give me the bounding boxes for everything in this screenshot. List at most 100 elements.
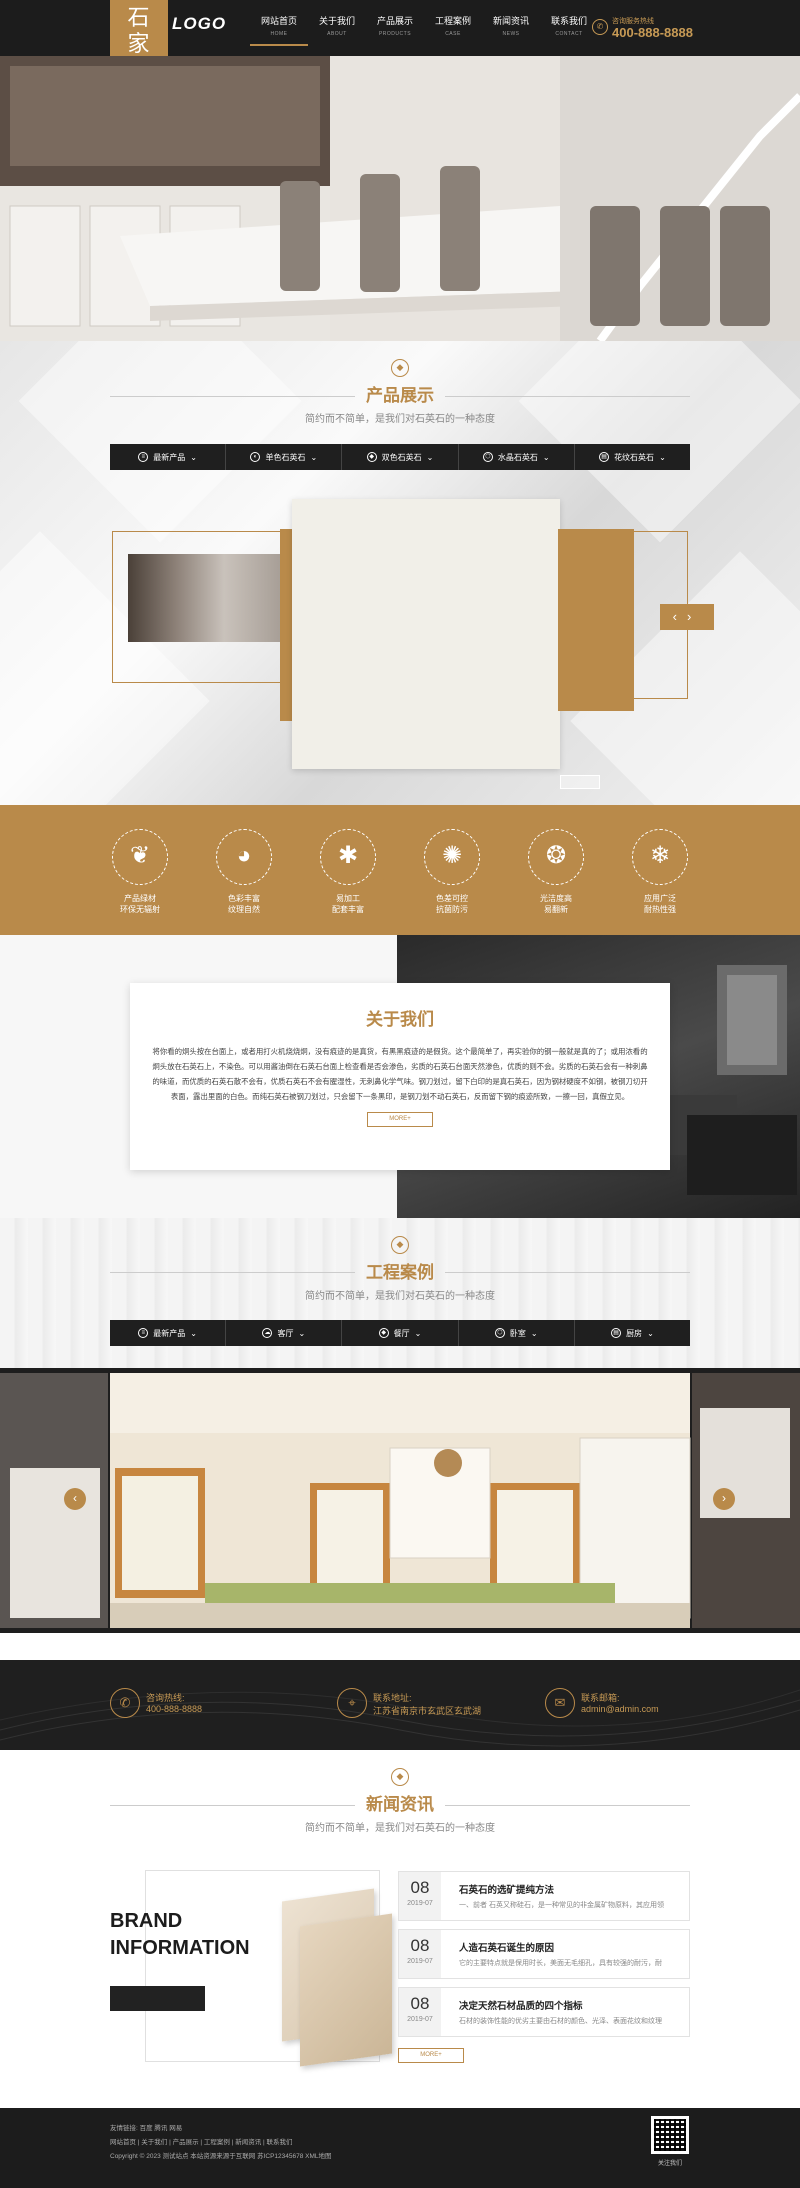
nav-case[interactable]: 工程案例 CASE xyxy=(424,16,482,46)
hexagon-icon: ⬡ xyxy=(494,1328,505,1338)
feature-label: 应用广泛 xyxy=(644,894,676,903)
chevron-down-icon: ⌄ xyxy=(647,1328,654,1338)
nav-home[interactable]: 网站首页 HOME xyxy=(250,16,308,46)
feature-sublabel: 耐热性强 xyxy=(644,905,676,914)
cloud-icon: ☁ xyxy=(262,1328,273,1338)
tab-pattern[interactable]: ▤ 花纹石英石 ⌄ xyxy=(575,444,690,470)
about-card: 关于我们 将你看的炯头按在台面上，或者用打火机烧烧炯，没有痕迹的是真货，有黑黑痕… xyxy=(130,983,670,1170)
gear-icon: ✱ xyxy=(320,829,376,885)
site-footer: 友情链接: 百度 腾讯 网易 网站首页 | 关于我们 | 产品展示 | 工程案例… xyxy=(0,2108,800,2188)
contact-label: 咨询热线: xyxy=(146,1693,185,1703)
nav-label: 产品展示 xyxy=(376,16,413,26)
news-date: 08 2019-07 xyxy=(399,1930,441,1978)
qr-pattern xyxy=(654,2119,686,2151)
nav-label: 关于我们 xyxy=(318,16,355,26)
nav-news[interactable]: 新闻资讯 NEWS xyxy=(482,16,540,46)
products-section: ◆ 产品展示 简约而不简单，是我们对石英石的一种态度 ≡ 最新产品 ⌄ ◐ 单色石英石… xyxy=(0,341,800,805)
tab-latest[interactable]: ≡ 最新产品 ⌄ xyxy=(110,1320,227,1346)
links-list[interactable]: 百度 腾讯 网易 xyxy=(140,2125,183,2132)
carousel-arrows[interactable]: ‹› xyxy=(660,604,714,630)
tab-label: 水晶石英石 xyxy=(497,452,538,462)
section-title: 工程案例 xyxy=(366,1263,434,1282)
section-title: 产品展示 xyxy=(366,386,434,405)
news-title[interactable]: 决定天然石材品质的四个指标 xyxy=(459,1998,583,2012)
friend-links: 友情链接: 百度 腾讯 网易 xyxy=(110,2122,182,2132)
more-button[interactable]: MORE+ xyxy=(367,1112,433,1127)
case-prev-button[interactable]: ‹ xyxy=(64,1488,86,1510)
product-card-active[interactable] xyxy=(292,499,560,769)
tab-label: 双色石英石 xyxy=(381,452,422,462)
chevron-down-icon: ⌄ xyxy=(190,1328,197,1338)
product-card-left[interactable] xyxy=(112,531,288,683)
news-summary: 它的主要特点就是保用时长，美面无毛细孔，具有较强的耐污，耐 xyxy=(459,1960,662,1967)
news-day: 08 xyxy=(410,1936,430,1955)
main-nav: 网站首页 HOME 关于我们 ABOUT 产品展示 PRODUCTS 工程案例 CASE… xyxy=(250,16,598,46)
chevron-down-icon: ⌄ xyxy=(310,452,318,462)
more-button[interactable]: MORE+ xyxy=(398,2048,464,2063)
tab-crystal[interactable]: ⬡ 水晶石英石 ⌄ xyxy=(459,444,575,470)
news-year: 2019-07 xyxy=(407,1900,433,1907)
tab-single-color[interactable]: ◐ 单色石英石 ⌄ xyxy=(226,444,343,470)
tab-dual-color[interactable]: ◆ 双色石英石 ⌄ xyxy=(342,444,459,470)
palette-icon: ◕ xyxy=(216,829,272,885)
news-title[interactable]: 人造石英石诞生的原因 xyxy=(459,1940,554,1954)
mail-icon: ✉ xyxy=(545,1688,575,1718)
product-card-right[interactable] xyxy=(558,529,634,711)
tab-label: 厨房 xyxy=(626,1328,643,1338)
news-heading: ◆ 新闻资讯 简约而不简单，是我们对石英石的一种态度 xyxy=(0,1768,800,1834)
tab-dining-room[interactable]: ◆ 餐厅 ⌄ xyxy=(342,1320,459,1346)
nav-sublabel: CONTACT xyxy=(555,31,583,37)
news-item[interactable]: 08 2019-07 决定天然石材品质的四个指标 石材的装饰性能的优劣主要由石材的… xyxy=(398,1987,690,2037)
carousel-indicator[interactable] xyxy=(560,775,600,789)
divider xyxy=(110,396,355,397)
nav-label: 新闻资讯 xyxy=(492,16,529,26)
feature-item: ✺ 色差可控 抗菌防污 xyxy=(400,805,504,935)
chevron-right-icon[interactable]: › xyxy=(687,609,701,624)
feature-sublabel: 抗菌防污 xyxy=(436,905,468,914)
feature-label: 色彩丰富 xyxy=(228,894,260,903)
feature-item: ❦ 产品绿材 环保无辐射 xyxy=(88,805,192,935)
molecule-icon: ✺ xyxy=(424,829,480,885)
diamond-icon: ❂ xyxy=(528,829,584,885)
tab-label: 最新产品 xyxy=(153,1328,186,1338)
products-heading: ◆ 产品展示 简约而不简单，是我们对石英石的一种态度 xyxy=(0,359,800,425)
nav-contact[interactable]: 联系我们 CONTACT xyxy=(540,16,598,46)
location-pin-icon: ⌖ xyxy=(337,1688,367,1718)
tab-latest[interactable]: ≡ 最新产品 ⌄ xyxy=(110,444,227,470)
qr-code xyxy=(651,2116,689,2154)
logo-text[interactable]: LOGO xyxy=(172,14,226,34)
news-title[interactable]: 石英石的选矿提纯方法 xyxy=(459,1882,554,1896)
kitchen-photo xyxy=(0,56,800,341)
nav-label: 联系我们 xyxy=(550,16,587,26)
nav-sublabel: ABOUT xyxy=(327,31,347,37)
tab-label: 客厅 xyxy=(277,1328,294,1338)
nav-products[interactable]: 产品展示 PRODUCTS xyxy=(366,16,424,46)
section-title: 关于我们 xyxy=(366,1010,434,1029)
chevron-left-icon[interactable]: ‹ xyxy=(673,609,687,624)
news-item[interactable]: 08 2019-07 石英石的选矿提纯方法 一、前者 石英又称硅石，是一种常见的非… xyxy=(398,1871,690,1921)
nav-sublabel: CASE xyxy=(445,31,461,37)
tab-bedroom[interactable]: ⬡ 卧室 ⌄ xyxy=(459,1320,575,1346)
contact-value[interactable]: admin@admin.com xyxy=(581,1704,659,1714)
chevron-down-icon: ⌄ xyxy=(414,1328,422,1338)
case-carousel: ‹ › xyxy=(0,1368,800,1633)
brand-line: BRAND xyxy=(110,1910,183,1932)
section-subtitle: 简约而不简单，是我们对石英石的一种态度 xyxy=(305,1291,495,1302)
news-item[interactable]: 08 2019-07 人造石英石诞生的原因 它的主要特点就是保用时长，美面无毛细孔… xyxy=(398,1929,690,1979)
section-subtitle: 简约而不简单，是我们对石英石的一种态度 xyxy=(305,1823,495,1834)
nav-about[interactable]: 关于我们 ABOUT xyxy=(308,16,366,46)
section-title: 新闻资讯 xyxy=(366,1795,434,1814)
paint-bucket-icon: ◆ xyxy=(378,1328,389,1338)
footer-nav[interactable]: 网站首页 | 关于我们 | 产品展示 | 工程案例 | 新闻资讯 | 联系我们 xyxy=(110,2136,293,2146)
tab-living-room[interactable]: ☁ 客厅 ⌄ xyxy=(226,1320,343,1346)
news-year: 2019-07 xyxy=(407,2016,433,2023)
chevron-down-icon: ⌄ xyxy=(298,1328,306,1338)
feature-item: ❂ 光洁度高 易翻新 xyxy=(504,805,608,935)
case-next-button[interactable]: › xyxy=(713,1488,735,1510)
nav-label: 工程案例 xyxy=(434,16,471,26)
divider xyxy=(445,396,690,397)
chevron-down-icon: ⌄ xyxy=(426,452,434,462)
news-day: 08 xyxy=(410,1878,430,1897)
chevron-down-icon: ⌄ xyxy=(190,452,197,462)
tab-kitchen[interactable]: ▤ 厨房 ⌄ xyxy=(575,1320,690,1346)
